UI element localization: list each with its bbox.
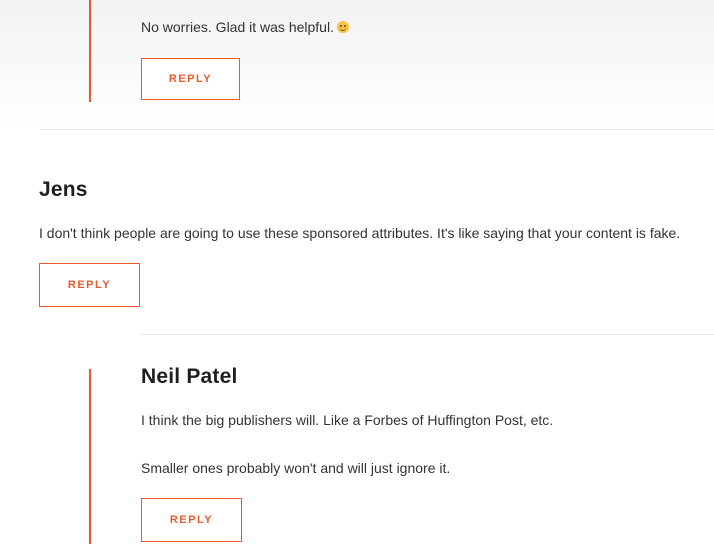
- comment-text: No worries. Glad it was helpful.: [141, 18, 349, 36]
- reply-thread-line: [89, 369, 91, 544]
- top-fade-background: [0, 0, 714, 130]
- comment-text-paragraph-1: I think the big publishers will. Like a …: [141, 412, 554, 428]
- reply-button[interactable]: REPLY: [141, 58, 240, 100]
- smiley-icon: [336, 21, 349, 33]
- comment-text-paragraph-2: Smaller ones probably won't and will jus…: [141, 460, 451, 476]
- comment-text: I don't think people are going to use th…: [39, 225, 681, 241]
- reply-thread-line: [89, 0, 91, 102]
- comment-author: Jens: [39, 178, 88, 201]
- comment-author: Neil Patel: [141, 365, 238, 388]
- comment-divider: [40, 129, 714, 130]
- reply-button[interactable]: REPLY: [39, 263, 140, 307]
- comment-divider: [141, 334, 714, 335]
- reply-button[interactable]: REPLY: [141, 498, 242, 542]
